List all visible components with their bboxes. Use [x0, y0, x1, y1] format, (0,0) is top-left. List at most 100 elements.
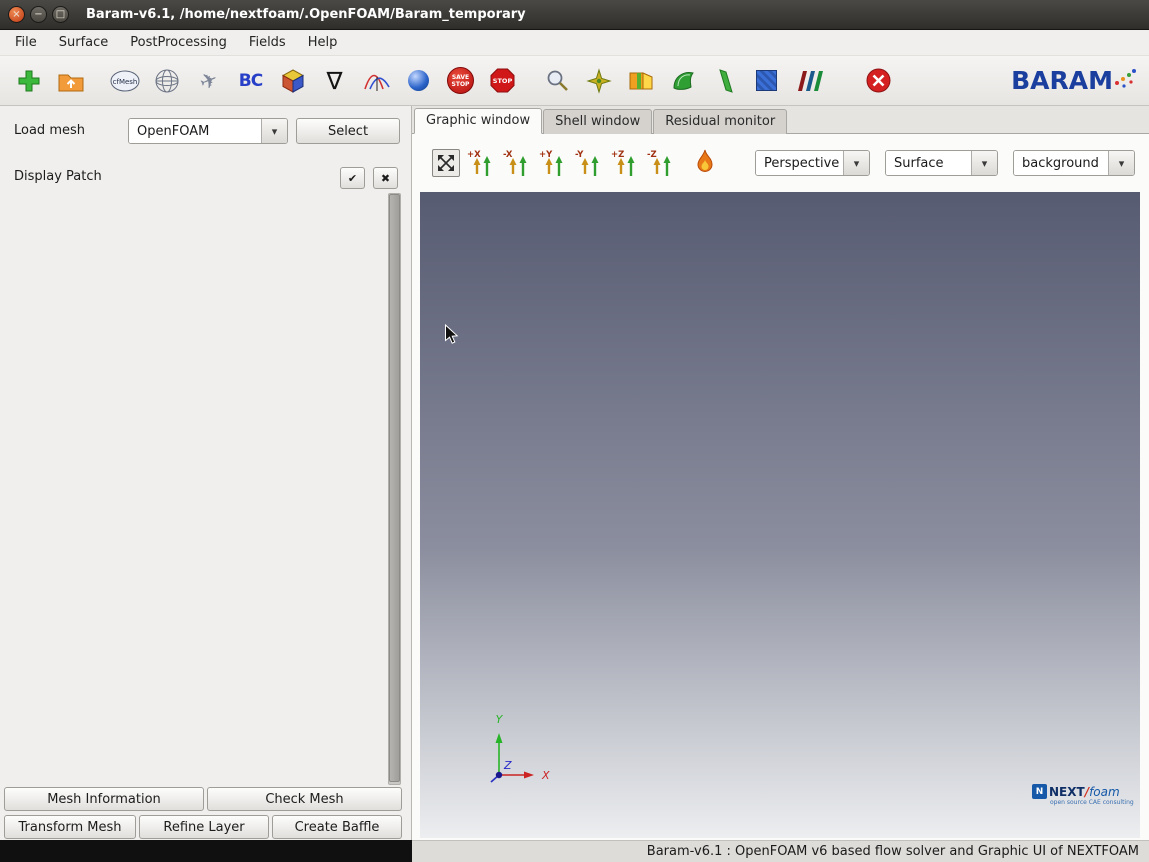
render-mode-value: Surface: [886, 151, 971, 175]
open-case-folder-icon[interactable]: [54, 63, 87, 99]
view-minus-x-button[interactable]: -X: [502, 147, 534, 179]
mesh-format-dropdown-icon[interactable]: ▾: [261, 119, 287, 143]
minus-y-label: -Y: [575, 150, 584, 160]
save-stop-line1: SAVE: [451, 73, 470, 81]
triad-x-label: X: [541, 769, 550, 782]
view-plus-y-button[interactable]: +Y: [538, 147, 570, 179]
sphere-icon[interactable]: [402, 63, 435, 99]
shell-surface-icon[interactable]: [666, 63, 699, 99]
menu-help[interactable]: Help: [297, 30, 349, 55]
window-title: Baram-v6.1, /home/nextfoam/.OpenFOAM/Bar…: [86, 7, 526, 22]
patch-list-scrollbar[interactable]: [388, 193, 401, 785]
menu-fields[interactable]: Fields: [238, 30, 297, 55]
triad-y-label: Y: [496, 713, 504, 726]
select-mesh-button[interactable]: Select: [296, 118, 400, 144]
nextfoam-logo-next: NEXT: [1049, 784, 1085, 799]
window-maximize-button[interactable]: □: [52, 6, 69, 23]
nabla-icon[interactable]: ∇: [318, 63, 351, 99]
uncheck-all-patches-button[interactable]: ✖: [373, 167, 398, 189]
viewport-toolbar: +X -X +Y -Y +Z -Z Perspective ▾ Surface …: [412, 134, 1149, 192]
create-baffle-button[interactable]: Create Baffle: [272, 815, 402, 839]
nextfoam-logo-foam: foam: [1089, 784, 1120, 799]
background-value: background: [1014, 151, 1108, 175]
check-all-patches-button[interactable]: ✔: [340, 167, 365, 189]
wireframe-sphere-icon[interactable]: [150, 63, 183, 99]
contour-plot-icon[interactable]: [360, 63, 393, 99]
view-plus-x-button[interactable]: +X: [466, 147, 498, 179]
nextfoam-logo-tagline: open source CAE consulting: [1050, 799, 1134, 806]
save-stop-line2: STOP: [451, 80, 470, 88]
zoom-icon[interactable]: [540, 63, 573, 99]
refine-layer-button[interactable]: Refine Layer: [139, 815, 269, 839]
window-minimize-button[interactable]: −: [30, 6, 47, 23]
view-plus-z-button[interactable]: +Z: [610, 147, 642, 179]
nextfoam-logo-mark: N: [1032, 784, 1047, 799]
background-combobox[interactable]: background ▾: [1013, 150, 1135, 176]
window-close-button[interactable]: ×: [8, 6, 25, 23]
render-mode-combobox[interactable]: Surface ▾: [885, 150, 998, 176]
baram-logo-text: BARAM: [1011, 65, 1113, 95]
main-toolbar: cfMesh ✈ BC ∇ SAVE STOP STOP BARAM: [0, 56, 1149, 106]
plane-probe-icon[interactable]: [582, 63, 615, 99]
rotate-view-button[interactable]: [690, 148, 720, 178]
status-bar-left: [0, 840, 412, 862]
tab-graphic-window[interactable]: Graphic window: [414, 108, 543, 134]
fit-view-button[interactable]: [432, 149, 460, 177]
mesh-information-button[interactable]: Mesh Information: [4, 787, 204, 811]
tab-residual-monitor[interactable]: Residual monitor: [653, 109, 788, 134]
check-mesh-button[interactable]: Check Mesh: [207, 787, 402, 811]
plus-y-label: +Y: [539, 150, 553, 160]
texture-glyph: [756, 70, 777, 91]
menu-surface[interactable]: Surface: [48, 30, 120, 55]
baram-logo: BARAM: [1011, 64, 1137, 98]
render-mode-dropdown-icon[interactable]: ▾: [971, 151, 997, 175]
aircraft-icon[interactable]: ✈: [192, 63, 225, 99]
save-stop-icon[interactable]: SAVE STOP: [444, 63, 477, 99]
main-area: Load mesh OpenFOAM ▾ Select Display Patc…: [0, 106, 1149, 840]
mesh-format-combobox[interactable]: OpenFOAM ▾: [128, 118, 288, 144]
projection-dropdown-icon[interactable]: ▾: [843, 151, 869, 175]
cfmesh-icon[interactable]: cfMesh: [108, 63, 141, 99]
title-bar: × − □ Baram-v6.1, /home/nextfoam/.OpenFO…: [0, 0, 1149, 30]
transform-mesh-button[interactable]: Transform Mesh: [4, 815, 136, 839]
baram-logo-dots: [1115, 68, 1136, 88]
stop-label: STOP: [493, 77, 513, 85]
mesh-cube-icon[interactable]: [276, 63, 309, 99]
plus-x-label: +X: [467, 150, 481, 160]
load-mesh-label: Load mesh: [14, 123, 85, 138]
aircraft-glyph: ✈: [195, 66, 222, 95]
minus-z-label: -Z: [647, 150, 657, 160]
slice-icon[interactable]: [624, 63, 657, 99]
new-case-icon[interactable]: [12, 63, 45, 99]
clip-plane-icon[interactable]: [708, 63, 741, 99]
flame-icon: [697, 149, 713, 172]
save-stop-badge: SAVE STOP: [447, 67, 474, 94]
quit-icon[interactable]: [862, 63, 895, 99]
color-bars-icon[interactable]: [792, 63, 825, 99]
texture-icon[interactable]: [750, 63, 783, 99]
mouse-cursor: [445, 324, 459, 344]
graphic-viewport[interactable]: Y X Z N NEXT / foam open source CAE cons…: [420, 192, 1140, 838]
projection-value: Perspective: [756, 151, 843, 175]
menu-postprocessing[interactable]: PostProcessing: [119, 30, 238, 55]
minus-x-label: -X: [503, 150, 513, 160]
projection-combobox[interactable]: Perspective ▾: [755, 150, 870, 176]
view-tab-bar: Graphic window Shell window Residual mon…: [412, 106, 1149, 134]
bc-label: BC: [238, 70, 263, 91]
view-panel: Graphic window Shell window Residual mon…: [412, 106, 1149, 840]
stop-icon[interactable]: STOP: [486, 63, 519, 99]
menu-file[interactable]: File: [4, 30, 48, 55]
application-window: × − □ Baram-v6.1, /home/nextfoam/.OpenFO…: [0, 0, 1149, 862]
background-dropdown-icon[interactable]: ▾: [1108, 151, 1134, 175]
mesh-panel: Load mesh OpenFOAM ▾ Select Display Patc…: [0, 106, 412, 840]
view-minus-y-button[interactable]: -Y: [574, 147, 606, 179]
axis-triad: Y X Z: [490, 713, 550, 783]
triad-z-label: Z: [503, 759, 512, 772]
patch-list-scrollbar-thumb[interactable]: [389, 194, 400, 782]
display-patch-label: Display Patch: [14, 169, 102, 184]
plus-z-label: +Z: [611, 150, 624, 160]
boundary-condition-icon[interactable]: BC: [234, 63, 267, 99]
status-bar: Baram-v6.1 : OpenFOAM v6 based flow solv…: [0, 840, 1149, 862]
tab-shell-window[interactable]: Shell window: [543, 109, 653, 134]
view-minus-z-button[interactable]: -Z: [646, 147, 678, 179]
